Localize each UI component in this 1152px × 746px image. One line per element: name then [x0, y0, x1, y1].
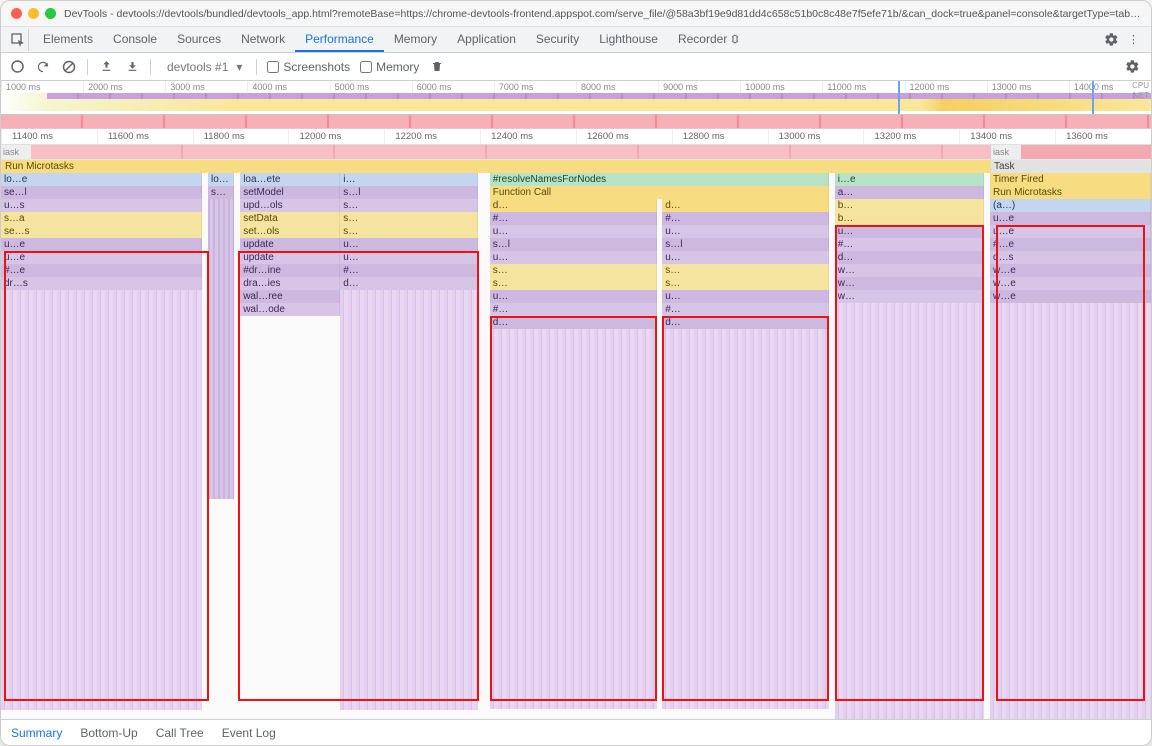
task-label-left: iask: [1, 145, 31, 159]
tab-security[interactable]: Security: [526, 27, 589, 52]
details-tabs: Summary Bottom-Up Call Tree Event Log: [1, 719, 1151, 745]
upload-button[interactable]: [98, 59, 114, 75]
record-button[interactable]: [9, 59, 25, 75]
run-microtasks-bar-2[interactable]: Run Microtasks: [990, 186, 1151, 199]
tab-network[interactable]: Network: [231, 27, 295, 52]
devtools-window: DevTools - devtools://devtools/bundled/d…: [0, 0, 1152, 746]
tab-call-tree[interactable]: Call Tree: [154, 722, 206, 744]
tab-recorder[interactable]: Recorder: [668, 27, 750, 52]
flame-column-d: d… #… u… s…l u… s… s… u… #… d…: [490, 199, 657, 719]
flame-column-b: loa…ete setModel upd…ols setData set…ols…: [240, 173, 340, 719]
timeline-overview[interactable]: 1000 ms 2000 ms 3000 ms 4000 ms 5000 ms …: [1, 81, 1151, 115]
flame-column-a: lo…e se…l u…s s…a se…s u…e u…e #…e dr…s: [1, 173, 202, 719]
timer-fired-bar[interactable]: Timer Fired: [990, 173, 1151, 186]
flame-column-d2: d… #… u… s…l u… s… s… u… #… d…: [662, 199, 829, 719]
main-tabs: Elements Console Sources Network Perform…: [1, 27, 1151, 53]
tab-application[interactable]: Application: [447, 27, 526, 52]
minimize-window-button[interactable]: [28, 8, 39, 19]
profile-selector[interactable]: devtools #1: [161, 58, 246, 76]
performance-toolbar: devtools #1 Screenshots Memory: [1, 53, 1151, 81]
flame-column-a2: lo…e se…l: [208, 173, 234, 719]
tab-bottom-up[interactable]: Bottom-Up: [78, 722, 139, 744]
task-label-right: iask: [991, 145, 1021, 159]
tab-event-log[interactable]: Event Log: [220, 722, 278, 744]
task-header-row: iask iask: [1, 145, 1151, 160]
function-call-bar[interactable]: Function Call: [490, 186, 829, 199]
flame-right-column: Timer Fired Run Microtasks (a…) u…e u…e …: [990, 173, 1151, 719]
close-window-button[interactable]: [11, 8, 22, 19]
overview-selection[interactable]: [898, 81, 1094, 114]
screenshots-checkbox[interactable]: Screenshots: [267, 60, 350, 74]
memory-checkbox[interactable]: Memory: [360, 60, 419, 74]
tab-lighthouse[interactable]: Lighthouse: [589, 27, 668, 52]
flame-chart[interactable]: lo…e se…l u…s s…a se…s u…e u…e #…e dr…s …: [1, 173, 1151, 719]
tab-elements[interactable]: Elements: [33, 27, 103, 52]
top-bars: Run Microtasks Task: [1, 160, 1151, 173]
zoom-ruler[interactable]: 11400 ms 11600 ms 11800 ms 12000 ms 1220…: [1, 129, 1151, 145]
tab-performance[interactable]: Performance: [295, 27, 384, 52]
overview-side-labels: CPUNET: [1132, 81, 1149, 101]
task-bar[interactable]: Task: [991, 160, 1151, 173]
tab-memory[interactable]: Memory: [384, 27, 447, 52]
clear-button[interactable]: [61, 59, 77, 75]
overview-tick: 1000 ms: [1, 81, 83, 93]
flame-column-e: i…e a… b… b… u… #… d… w… w… w…: [835, 173, 985, 719]
reload-record-button[interactable]: [35, 59, 51, 75]
inspect-element-icon[interactable]: [7, 29, 29, 51]
flame-column-c: i… s…l s… s… s… u… u… #… d…: [340, 173, 478, 719]
settings-icon[interactable]: [1100, 29, 1122, 51]
long-task-band: [1, 115, 1151, 129]
deep-stack-a[interactable]: [1, 290, 202, 710]
download-button[interactable]: [124, 59, 140, 75]
resolve-names-bar[interactable]: #resolveNamesForNodes: [490, 173, 829, 186]
zoom-window-button[interactable]: [45, 8, 56, 19]
trash-button[interactable]: [429, 59, 445, 75]
window-title: DevTools - devtools://devtools/bundled/d…: [64, 8, 1141, 20]
window-controls: [11, 8, 56, 19]
more-icon[interactable]: ⋮: [1122, 33, 1145, 46]
capture-settings-icon[interactable]: [1121, 56, 1143, 78]
deep-stack-c[interactable]: [340, 290, 478, 710]
tab-sources[interactable]: Sources: [167, 27, 231, 52]
titlebar: DevTools - devtools://devtools/bundled/d…: [1, 1, 1151, 27]
tab-console[interactable]: Console: [103, 27, 167, 52]
run-microtasks-bar[interactable]: Run Microtasks: [1, 160, 991, 173]
tab-summary[interactable]: Summary: [9, 722, 64, 744]
